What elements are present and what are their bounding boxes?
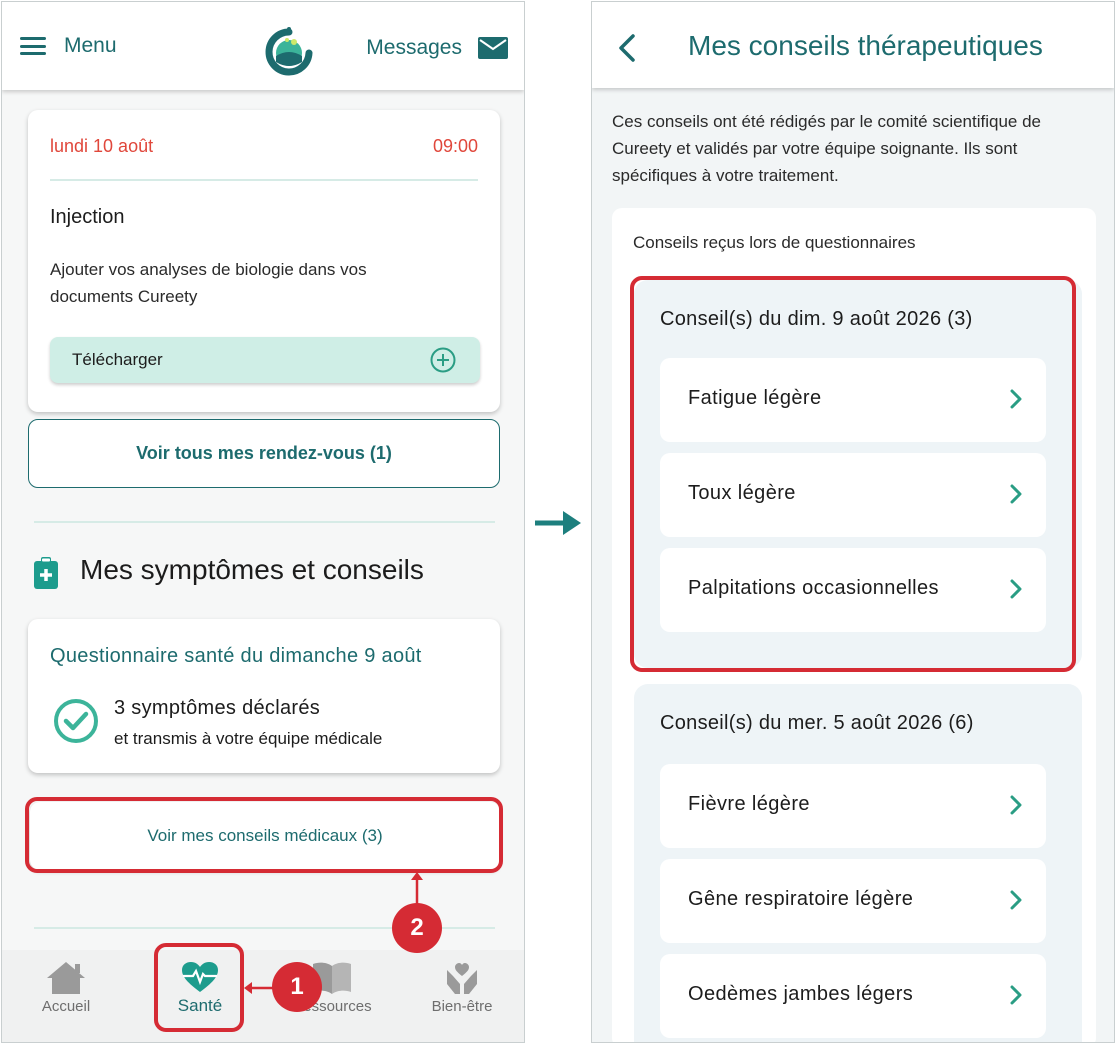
advice-item-label: Palpitations occasionnelles [688,577,939,599]
hamburger-icon [20,37,46,55]
questionnaire-title: Questionnaire santé du dimanche 9 août [50,645,422,667]
appointment-time: 09:00 [432,136,478,156]
intro-text: Ces conseils ont été rédigés par le comi… [612,112,1042,185]
advice-item-label: Oedèmes jambes légers [688,983,914,1005]
check-circle-icon [54,699,98,743]
step-badge-1: 1 [272,962,322,1012]
group-title: Conseil(s) du dim. 9 août 2026 (3) [660,308,973,330]
home-screen: Menu Messages lundi 10 août 09:00 Inject… [1,1,525,1043]
advice-panel: Conseils reçus lors de questionnaires Co… [612,208,1096,1042]
advice-item[interactable]: Oedèmes jambes légers [660,954,1046,1038]
medical-advice-button[interactable]: Voir mes conseils médicaux (3) [30,802,500,870]
panel-title: Conseils reçus lors de questionnaires [633,233,916,252]
nav-label: Santé [177,996,223,1015]
home-icon [47,962,85,994]
menu-label: Menu [64,34,117,57]
advice-item-label: Gêne respiratoire légère [688,888,914,910]
cureety-logo [265,27,313,76]
download-button[interactable]: Télécharger [50,337,480,383]
advice-screen: Mes conseils thérapeutiques Ces conseils… [591,1,1115,1043]
nav-label: Bien-être [431,998,493,1015]
download-label: Télécharger [72,350,163,369]
nav-health[interactable]: Santé [158,950,242,1042]
chevron-right-icon [1010,985,1022,1005]
nav-wellbeing[interactable]: Bien-être [420,950,504,1042]
chevron-right-icon [1010,890,1022,910]
back-chevron-icon[interactable] [616,32,638,64]
symptom-subtitle: et transmis à votre équipe médicale [114,729,383,748]
messages-button[interactable]: Messages [366,36,508,60]
see-appointments-button[interactable]: Voir tous mes rendez-vous (1) [28,419,500,488]
clipboard-medical-icon [34,557,58,589]
appointment-title: Injection [50,206,125,228]
advice-item[interactable]: Palpitations occasionnelles [660,548,1046,632]
nav-home[interactable]: Accueil [24,950,108,1042]
chevron-right-icon [1010,795,1022,815]
advice-item[interactable]: Gêne respiratoire légère [660,859,1046,943]
appointment-description: Ajouter vos analyses de biologie dans vo… [50,260,367,306]
hands-heart-icon [447,963,477,994]
advice-group: Conseil(s) du dim. 9 août 2026 (3) Fatig… [634,280,1082,668]
advice-item[interactable]: Fatigue légère [660,358,1046,442]
callout-arrow-icon [411,872,423,906]
divider [50,179,478,181]
chevron-right-icon [1010,579,1022,599]
group-title: Conseil(s) du mer. 5 août 2026 (6) [660,712,974,734]
heart-pulse-icon [182,962,218,992]
top-bar: Menu Messages [2,2,524,90]
page-title: Mes conseils thérapeutiques [688,30,1043,61]
advice-item-label: Fatigue légère [688,387,822,409]
nav-label: Accueil [41,998,91,1015]
section-divider [34,521,495,523]
symptom-count: 3 symptômes déclarés [114,697,321,719]
arrow-right-icon [535,511,581,535]
appointment-card: lundi 10 août 09:00 Injection Ajouter vo… [28,110,500,412]
questionnaire-card[interactable]: Questionnaire santé du dimanche 9 août 3… [28,619,500,773]
advice-group: Conseil(s) du mer. 5 août 2026 (6) Fièvr… [634,684,1082,1042]
chevron-right-icon [1010,484,1022,504]
advice-item[interactable]: Fièvre légère [660,764,1046,848]
advice-item-label: Fièvre légère [688,793,810,815]
chevron-right-icon [1010,389,1022,409]
menu-button[interactable]: Menu [20,34,117,58]
section-title: Mes symptômes et conseils [80,554,424,585]
canvas: Menu Messages lundi 10 août 09:00 Inject… [0,0,1116,1044]
plus-circle-icon [430,347,456,373]
advice-item-label: Toux légère [688,482,796,504]
appointment-date: lundi 10 août [50,136,154,156]
mail-icon [478,37,508,59]
advice-item[interactable]: Toux légère [660,453,1046,537]
top-bar: Mes conseils thérapeutiques [592,2,1114,88]
step-badge-2: 2 [392,903,442,953]
messages-label: Messages [366,36,462,59]
